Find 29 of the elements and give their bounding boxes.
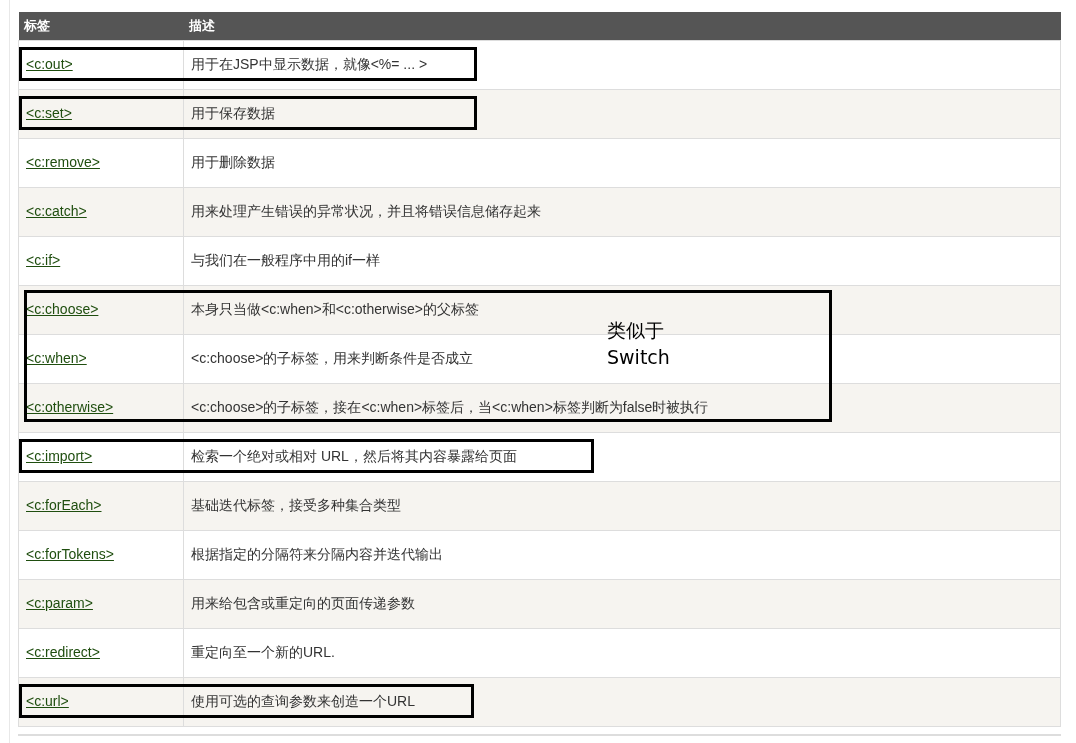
tag-link[interactable]: <c:otherwise> [26, 399, 114, 415]
description-cell: 用来给包含或重定向的页面传递参数 [183, 579, 1061, 628]
tag-link[interactable]: <c:choose> [26, 301, 99, 317]
description-cell: 与我们在一般程序中用的if一样 [183, 236, 1061, 285]
tag-link[interactable]: <c:param> [26, 595, 93, 611]
tag-link[interactable]: <c:set> [26, 105, 72, 121]
column-header: 标签 [18, 12, 184, 40]
tag-link[interactable]: <c:if> [26, 252, 61, 268]
description-cell: 检索一个绝对或相对 URL，然后将其内容暴露给页面 [183, 432, 1061, 481]
tag-link[interactable]: <c:import> [26, 448, 93, 464]
description-cell: 用于在JSP中显示数据，就像<%= ... > [183, 40, 1061, 89]
description-cell: 用于删除数据 [183, 138, 1061, 187]
annotation-note: 类似于 Switch [607, 318, 670, 370]
description-cell: 使用可选的查询参数来创造一个URL [183, 677, 1061, 726]
tag-link[interactable]: <c:redirect> [26, 644, 100, 660]
tag-link[interactable]: <c:remove> [26, 154, 100, 170]
description-cell: 基础迭代标签，接受多种集合类型 [183, 481, 1061, 530]
description-cell: 用于保存数据 [183, 89, 1061, 138]
column-header: 描述 [183, 12, 1061, 40]
description-cell: 根据指定的分隔符来分隔内容并迭代输出 [183, 530, 1061, 579]
tag-link[interactable]: <c:when> [26, 350, 87, 366]
description-cell: 用来处理产生错误的异常状况，并且将错误信息储存起来 [183, 187, 1061, 236]
tag-link[interactable]: <c:url> [26, 693, 69, 709]
description-cell: 重定向至一个新的URL. [183, 628, 1061, 677]
tag-link[interactable]: <c:out> [26, 56, 73, 72]
tag-link[interactable]: <c:catch> [26, 203, 87, 219]
tag-link[interactable]: <c:forEach> [26, 497, 102, 513]
tag-link[interactable]: <c:forTokens> [26, 546, 114, 562]
description-cell: <c:choose>的子标签，接在<c:when>标签后，当<c:when>标签判断为false时被执行 [183, 383, 1061, 432]
